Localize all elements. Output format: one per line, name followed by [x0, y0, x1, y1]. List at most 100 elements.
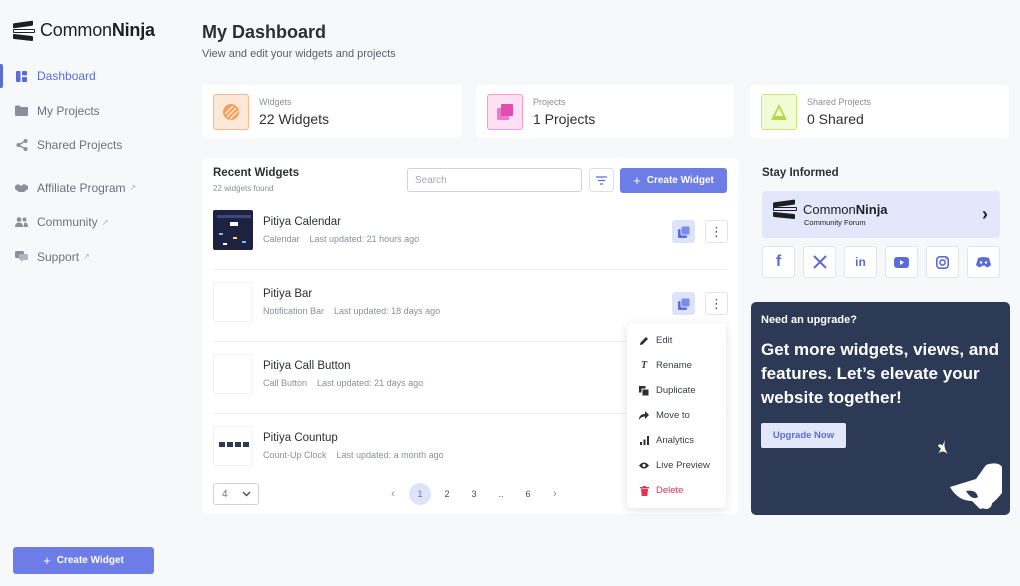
- page-button[interactable]: 2: [436, 483, 458, 505]
- sidebar-item-shared-projects[interactable]: Shared Projects: [0, 131, 168, 159]
- sidebar-item-support[interactable]: Support ↗: [0, 243, 168, 271]
- stat-label: Widgets: [259, 96, 292, 107]
- sidebar-item-my-projects[interactable]: My Projects: [0, 97, 168, 125]
- sidebar-create-widget-button[interactable]: + Create Widget: [13, 547, 154, 574]
- widget-meta: Call Button Last updated: 21 days ago: [263, 378, 423, 388]
- pagination: ‹ 1 2 3 .. 6 ›: [382, 483, 571, 505]
- sidebar: CommonNinja Dashboard My Projects Shared…: [0, 0, 168, 586]
- widget-updated: Last updated: a month ago: [336, 450, 444, 460]
- widget-row[interactable]: Pitiya Calendar Calendar Last updated: 21…: [213, 198, 728, 270]
- menu-item-live-preview[interactable]: Live Preview: [639, 460, 710, 471]
- chevron-right-icon: ›: [982, 204, 988, 224]
- widget-name[interactable]: Pitiya Calendar: [263, 216, 341, 228]
- ninja-star-illustration: [938, 440, 1002, 509]
- widget-thumbnail: [213, 282, 253, 322]
- widget-thumbnail: [213, 210, 253, 250]
- page-button[interactable]: 6: [517, 483, 539, 505]
- sidebar-item-dashboard[interactable]: Dashboard: [0, 62, 168, 90]
- stat-card-widgets[interactable]: Widgets 22 Widgets: [202, 85, 462, 138]
- search-input[interactable]: [407, 168, 582, 192]
- code-copy-icon: [677, 225, 690, 238]
- sidebar-item-label: Community: [37, 215, 98, 229]
- nav-divider: [0, 166, 168, 174]
- more-options-button[interactable]: ⋮: [705, 220, 728, 243]
- discord-icon[interactable]: [967, 246, 1000, 278]
- stat-value: 22 Widgets: [259, 110, 330, 127]
- copy-code-button[interactable]: [672, 220, 695, 243]
- copy-code-button[interactable]: [672, 292, 695, 315]
- menu-item-duplicate[interactable]: Duplicate: [639, 385, 696, 396]
- sidebar-item-affiliate-program[interactable]: Affiliate Program ↗: [0, 174, 168, 202]
- kebab-icon: ⋮: [710, 296, 723, 311]
- logo-text: CommonNinja: [40, 20, 155, 40]
- ninja-logo-icon: [773, 199, 797, 220]
- widget-meta: Notification Bar Last updated: 18 days ag…: [263, 306, 440, 316]
- page-button[interactable]: 1: [409, 483, 431, 505]
- widget-options-menu: Edit T Rename Duplicate Move to Analytic…: [627, 323, 726, 508]
- facebook-icon[interactable]: f: [762, 246, 795, 278]
- filter-button[interactable]: [589, 168, 614, 192]
- widget-name[interactable]: Pitiya Countup: [263, 432, 338, 444]
- menu-item-label: Rename: [656, 360, 692, 371]
- community-forum-banner[interactable]: CommonNinja Community Forum ›: [762, 191, 1000, 238]
- menu-item-move-to[interactable]: Move to: [639, 410, 690, 421]
- create-widget-button[interactable]: + Create Widget: [620, 168, 727, 193]
- menu-item-label: Live Preview: [656, 460, 710, 471]
- widget-type: Calendar: [263, 234, 300, 244]
- x-icon[interactable]: [803, 246, 836, 278]
- widget-thumbnail: [213, 354, 253, 394]
- prev-page-button[interactable]: ‹: [382, 483, 404, 505]
- create-widget-label: Create Widget: [56, 555, 124, 566]
- upgrade-now-button[interactable]: Upgrade Now: [761, 423, 846, 448]
- stat-card-shared-projects[interactable]: Shared Projects 0 Shared: [750, 85, 1009, 138]
- create-widget-label: Create Widget: [646, 175, 714, 186]
- handshake-icon: [15, 181, 28, 194]
- duplicate-icon: [639, 385, 649, 396]
- menu-item-label: Delete: [656, 485, 684, 496]
- widgets-stat-icon: [213, 93, 249, 130]
- per-page-select[interactable]: 4: [213, 483, 259, 505]
- next-page-button[interactable]: ›: [544, 483, 566, 505]
- sidebar-item-label: Dashboard: [37, 69, 96, 83]
- folder-icon: [15, 104, 28, 117]
- external-link-icon: ↗: [101, 217, 109, 227]
- instagram-icon[interactable]: [926, 246, 959, 278]
- widget-name[interactable]: Pitiya Call Button: [263, 360, 351, 372]
- filter-icon: [596, 175, 607, 185]
- code-copy-icon: [677, 297, 690, 310]
- page-button[interactable]: 3: [463, 483, 485, 505]
- projects-stat-icon: [487, 93, 523, 130]
- menu-item-delete[interactable]: Delete: [639, 485, 683, 496]
- trash-icon: [639, 485, 649, 496]
- forum-subtitle: Community Forum: [804, 218, 866, 227]
- sidebar-nav: Dashboard My Projects Shared Projects Af…: [0, 62, 168, 277]
- stat-label: Shared Projects: [807, 96, 872, 107]
- forum-brand: CommonNinja: [803, 201, 888, 217]
- widget-updated: Last updated: 21 days ago: [317, 378, 424, 388]
- chat-icon: [15, 250, 28, 263]
- linkedin-icon[interactable]: in: [844, 246, 877, 278]
- menu-item-edit[interactable]: Edit: [639, 335, 672, 346]
- sidebar-item-label: Affiliate Program: [37, 180, 126, 195]
- sidebar-item-community[interactable]: Community ↗: [0, 208, 168, 236]
- commonninja-logo[interactable]: CommonNinja: [13, 20, 155, 41]
- menu-item-label: Analytics: [656, 435, 695, 446]
- shared-stat-icon: [761, 93, 797, 130]
- recent-widgets-title: Recent Widgets: [213, 167, 300, 179]
- plus-icon: +: [43, 553, 51, 568]
- page-subtitle: View and edit your widgets and projects: [202, 48, 396, 60]
- more-options-button[interactable]: ⋮: [705, 292, 728, 315]
- users-icon: [15, 216, 28, 229]
- youtube-icon[interactable]: [885, 246, 918, 278]
- stay-informed-title: Stay Informed: [762, 167, 839, 179]
- widget-updated: Last updated: 21 hours ago: [309, 234, 420, 244]
- social-links: f in: [762, 246, 1000, 278]
- widget-name[interactable]: Pitiya Bar: [263, 288, 312, 300]
- stat-card-projects[interactable]: Projects 1 Projects: [476, 85, 734, 138]
- widget-meta: Calendar Last updated: 21 hours ago: [263, 234, 419, 244]
- plus-icon: +: [633, 173, 641, 188]
- upgrade-kicker: Need an upgrade?: [761, 314, 857, 326]
- menu-item-analytics[interactable]: Analytics: [639, 435, 694, 446]
- menu-item-rename[interactable]: T Rename: [639, 360, 692, 371]
- analytics-icon: [639, 436, 649, 445]
